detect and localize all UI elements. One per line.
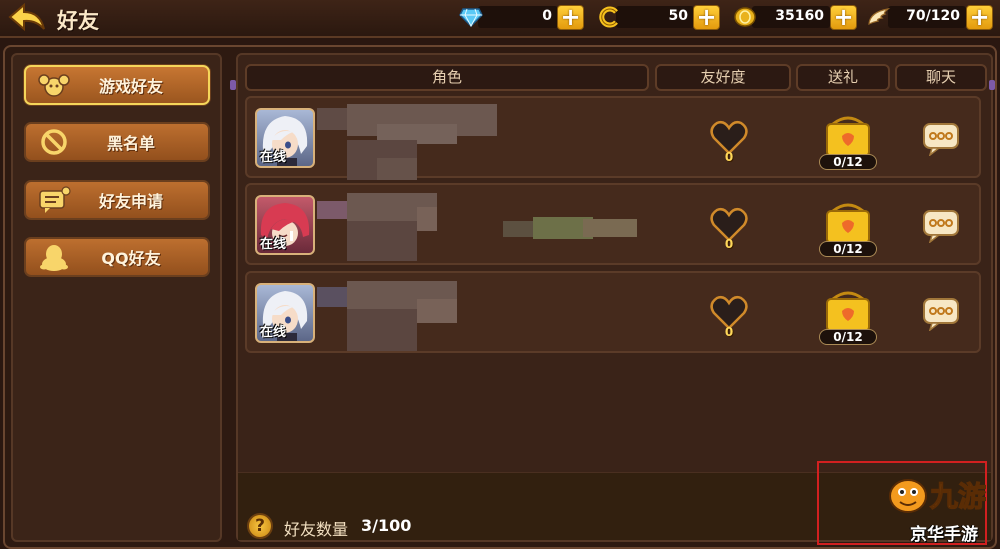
gift-button[interactable]: 0/12 (815, 112, 881, 172)
chat-bubble-icon (923, 298, 959, 333)
chat-bubble-icon (923, 123, 959, 158)
sidebar-item-qq-friends[interactable]: QQ好友 (24, 237, 210, 277)
diamond-value: 0 (542, 8, 552, 24)
friendship-heart: 0 (709, 295, 749, 343)
avatar[interactable]: 在线 (255, 195, 315, 255)
qq-penguin-icon (32, 239, 76, 275)
blurred-name (317, 193, 447, 263)
online-status: 在线 (260, 150, 287, 165)
sidebar-item-game-friends[interactable]: 游戏好友 (24, 65, 210, 105)
friendship-value: 0 (724, 150, 734, 164)
gift-count: 0/12 (819, 154, 877, 170)
sidebar-item-label: QQ好友 (101, 249, 161, 268)
stamina-counter: 70/120 + (866, 5, 994, 30)
sidebar-item-label: 好友申请 (98, 192, 163, 211)
diamond-counter: 0 + (458, 5, 586, 30)
message-request-icon (32, 182, 76, 218)
friends-paw-icon (32, 67, 76, 103)
blurred-name (317, 281, 467, 351)
c-coin-icon (596, 5, 622, 29)
ban-icon (32, 124, 76, 160)
gift-button[interactable]: 0/12 (815, 199, 881, 259)
gold-coin-icon (732, 5, 758, 29)
watermark-text: 京华手游 (910, 525, 978, 545)
back-arrow-icon (8, 3, 45, 32)
c-coin-value: 50 (668, 8, 688, 24)
gold-plus-button[interactable]: + (830, 5, 857, 30)
stamina-value: 70/120 (906, 8, 960, 24)
top-bar: 好友 0 + 50 + 35160 + 70/120 + (0, 0, 1000, 38)
stamina-plus-button[interactable]: + (966, 5, 993, 30)
column-header-role: 角色 (245, 64, 649, 91)
friend-count-value: 3/100 (361, 516, 412, 535)
table-row[interactable]: 在线 0 0/12 (245, 96, 981, 180)
friendship-value: 0 (724, 325, 734, 339)
gift-bag-icon (826, 203, 870, 244)
avatar[interactable]: 在线 (255, 108, 315, 168)
sidebar-item-label: 游戏好友 (98, 77, 163, 96)
avatar[interactable]: 在线 (255, 283, 315, 343)
scroll-indicator-right (989, 80, 995, 90)
back-button[interactable] (4, 1, 50, 37)
gold-value: 35160 (775, 8, 824, 24)
chat-button[interactable] (922, 297, 959, 333)
diamond-plus-button[interactable]: + (557, 5, 584, 30)
table-row[interactable]: 在线 0 0/12 (245, 271, 981, 353)
help-icon[interactable]: ? (247, 513, 273, 539)
watermark-logo-text: 九游 (930, 480, 986, 513)
wing-icon (866, 5, 892, 29)
friendship-heart: 0 (709, 120, 749, 168)
chat-button[interactable] (922, 209, 959, 245)
chat-button[interactable] (922, 122, 959, 158)
gift-bag-icon (826, 116, 870, 157)
sidebar-item-blacklist[interactable]: 黑名单 (24, 122, 210, 162)
c-coin-counter: 50 + (596, 5, 722, 30)
column-header-friendship: 友好度 (655, 64, 791, 91)
chat-bubble-icon (923, 210, 959, 245)
scroll-indicator-left (230, 80, 236, 90)
c-coin-plus-button[interactable]: + (693, 5, 720, 30)
gold-counter: 35160 + (732, 5, 858, 30)
online-status: 在线 (260, 325, 287, 340)
column-header-gift: 送礼 (796, 64, 890, 91)
gift-button[interactable]: 0/12 (815, 287, 881, 347)
blurred-name (317, 104, 497, 180)
sidebar-item-friend-requests[interactable]: 好友申请 (24, 180, 210, 220)
blurred-guild (503, 217, 637, 239)
friendship-value: 0 (724, 237, 734, 251)
sidebar-item-label: 黑名单 (106, 134, 155, 153)
table-row[interactable]: 在线 0 0/12 (245, 183, 981, 265)
gift-count: 0/12 (819, 241, 877, 257)
watermark-logo: 九游 (884, 470, 994, 520)
column-header-chat: 聊天 (895, 64, 987, 91)
gift-bag-icon (826, 291, 870, 332)
friendship-heart: 0 (709, 207, 749, 255)
page-title: 好友 (57, 9, 99, 33)
friend-count-label: 好友数量 (284, 520, 349, 539)
online-status: 在线 (260, 237, 287, 252)
gift-count: 0/12 (819, 329, 877, 345)
diamond-icon (458, 5, 484, 29)
